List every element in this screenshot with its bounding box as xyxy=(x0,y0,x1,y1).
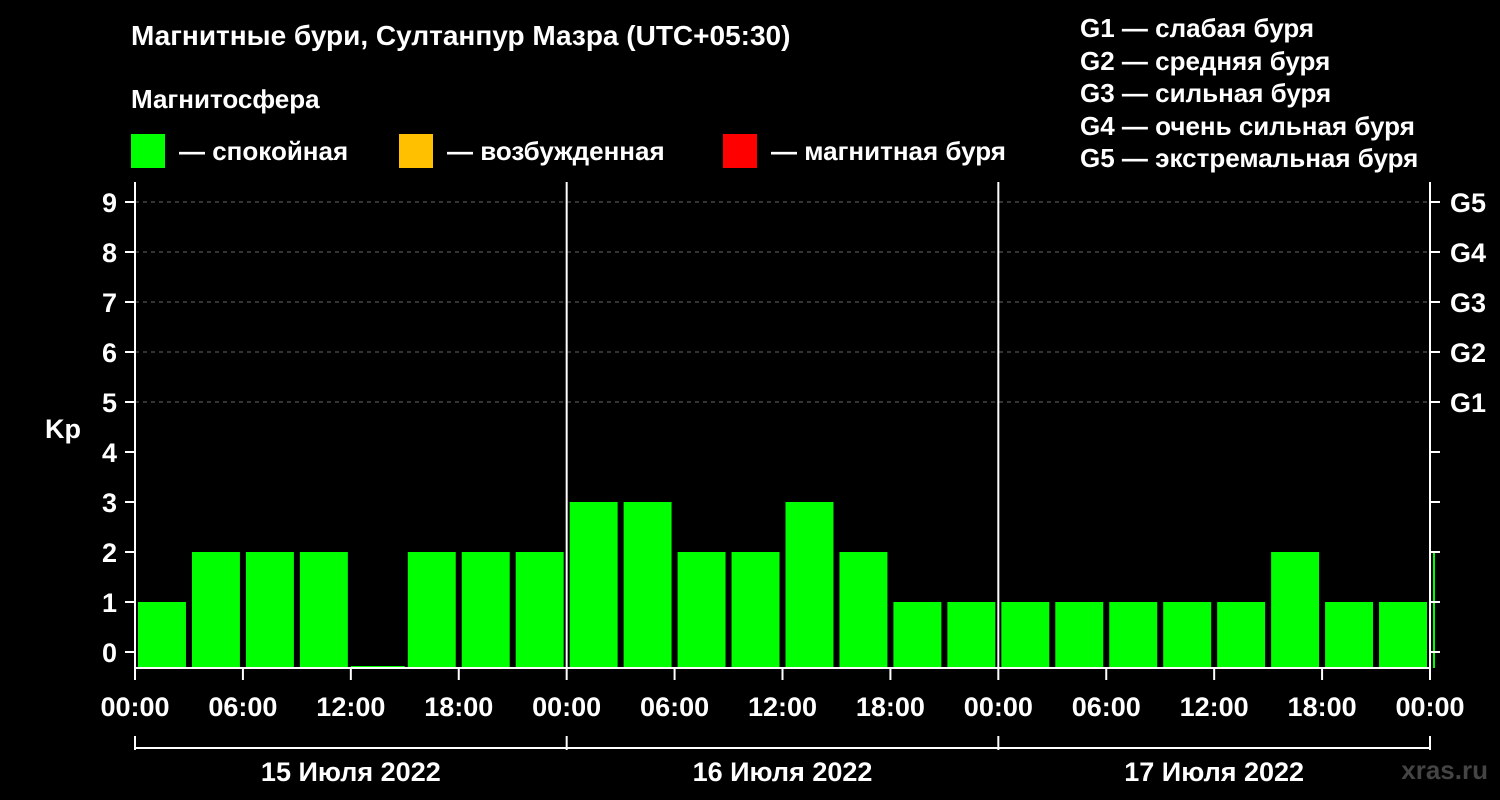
x-tick-label: 06:00 xyxy=(1072,692,1141,722)
bar xyxy=(461,552,510,668)
y-tick-label: 4 xyxy=(102,438,117,468)
x-tick-label: 00:00 xyxy=(964,692,1033,722)
right-tick-label: G5 xyxy=(1450,188,1486,218)
bar xyxy=(1055,602,1104,668)
bar xyxy=(569,502,618,668)
x-tick-label: 00:00 xyxy=(100,692,169,722)
x-tick-label: 06:00 xyxy=(640,692,709,722)
y-tick-label: 5 xyxy=(102,388,117,418)
bar xyxy=(1163,602,1212,668)
right-tick-label: G2 xyxy=(1450,338,1486,368)
bar xyxy=(138,602,186,668)
bar xyxy=(515,552,564,668)
x-tick-label: 06:00 xyxy=(208,692,277,722)
x-tick-label: 18:00 xyxy=(424,692,493,722)
bar xyxy=(839,552,888,668)
x-tick-label: 18:00 xyxy=(856,692,925,722)
y-tick-label: 6 xyxy=(102,338,117,368)
x-tick-label: 12:00 xyxy=(316,692,385,722)
y-tick-label: 2 xyxy=(102,538,117,568)
x-tick-label: 18:00 xyxy=(1288,692,1357,722)
watermark: xras.ru xyxy=(1401,755,1488,785)
bar xyxy=(947,602,996,668)
bar xyxy=(731,552,780,668)
bar xyxy=(1217,602,1266,668)
right-tick-label: G3 xyxy=(1450,288,1486,318)
kp-chart: 0 1 2 3 4 5 6 7 8 9 G1 G2 G3 G4 G5 Kp 00:00 06:00 12:00 18:… xyxy=(45,182,1486,787)
bar xyxy=(1325,602,1374,668)
y-tick-label: 8 xyxy=(102,238,117,268)
bar xyxy=(1109,602,1158,668)
x-tick-label: 12:00 xyxy=(748,692,817,722)
day-label: 15 Июля 2022 xyxy=(261,757,441,787)
bar xyxy=(623,502,672,668)
right-tick-label: G4 xyxy=(1450,238,1486,268)
bar xyxy=(299,552,348,668)
bar xyxy=(1379,602,1427,668)
y-tick-label: 0 xyxy=(102,638,117,668)
y-tick-label: 1 xyxy=(102,588,117,618)
day-label: 16 Июля 2022 xyxy=(693,757,873,787)
bar xyxy=(893,602,942,668)
bar xyxy=(1271,552,1320,668)
bar xyxy=(1433,552,1435,668)
day-label: 17 Июля 2022 xyxy=(1124,757,1304,787)
bar xyxy=(677,552,726,668)
bar xyxy=(1001,602,1050,668)
x-tick-label: 00:00 xyxy=(1395,692,1464,722)
bar xyxy=(245,552,294,668)
right-tick-label: G1 xyxy=(1450,388,1486,418)
bar xyxy=(407,552,456,668)
y-axis-label: Kp xyxy=(45,414,81,444)
x-tick-label: 00:00 xyxy=(532,692,601,722)
y-tick-label: 3 xyxy=(102,488,117,518)
y-tick-label: 7 xyxy=(102,288,117,318)
y-tick-label: 9 xyxy=(102,188,117,218)
bar xyxy=(191,552,240,668)
x-tick-label: 12:00 xyxy=(1180,692,1249,722)
bar xyxy=(785,502,834,668)
